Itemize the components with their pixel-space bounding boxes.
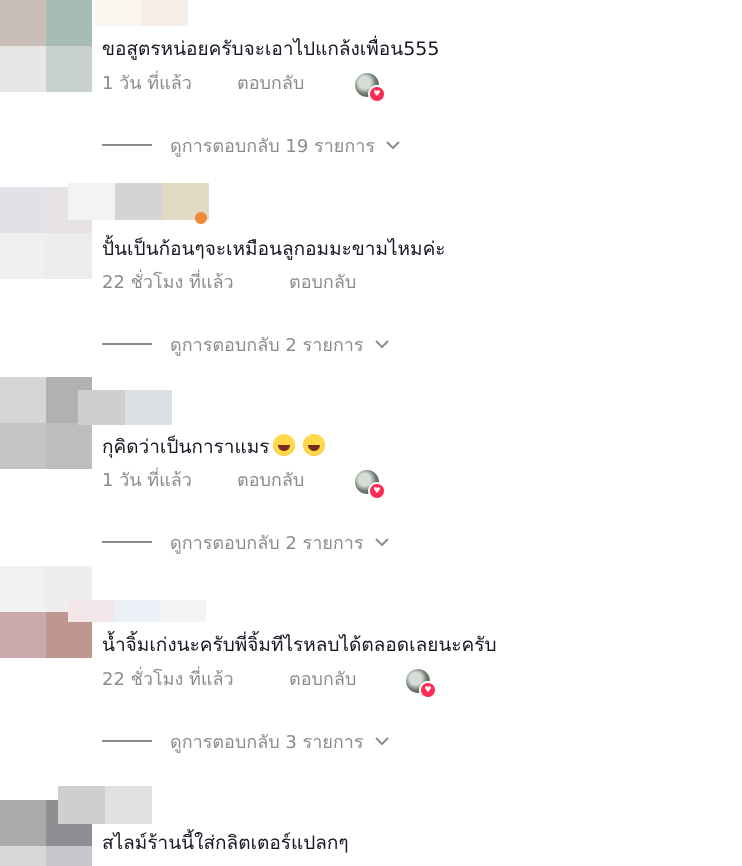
view-replies-label: ดูการตอบกลับ 2 รายการ xyxy=(170,532,364,554)
comment-meta: 22 ชั่วโมง ที่แล้ว ตอบกลับ xyxy=(102,271,402,295)
view-replies-button[interactable]: ดูการตอบกลับ 2 รายการ xyxy=(102,530,390,554)
divider-line xyxy=(102,740,152,742)
chevron-down-icon xyxy=(386,141,400,150)
heart-icon: ♥ xyxy=(368,482,386,500)
reply-button[interactable]: ตอบกลับ xyxy=(289,271,356,295)
view-replies-label: ดูการตอบกลับ 3 รายการ xyxy=(170,731,364,753)
comment-text: สไลม์ร้านนี้ใส่กลิตเตอร์แปลกๆ xyxy=(102,832,349,854)
view-replies-label: ดูการตอบกลับ 19 รายการ xyxy=(170,135,375,157)
chevron-down-icon xyxy=(374,538,389,547)
commenter-name-blurred[interactable] xyxy=(94,0,188,26)
commenter-name-blurred[interactable] xyxy=(68,600,206,622)
commenter-name-blurred[interactable] xyxy=(58,786,152,824)
comment-time: 22 ชั่วโมง ที่แล้ว xyxy=(102,272,234,293)
user-badge-icon xyxy=(195,212,207,224)
comment-time: 22 ชั่วโมง ที่แล้ว xyxy=(102,669,234,690)
view-replies-button[interactable]: ดูการตอบกลับ 2 รายการ xyxy=(102,332,390,356)
divider-line xyxy=(102,541,152,543)
view-replies-button[interactable]: ดูการตอบกลับ 3 รายการ xyxy=(102,729,390,753)
creator-liked-avatar-icon: ♥ xyxy=(355,470,386,500)
heart-icon: ♥ xyxy=(368,85,386,103)
comment-meta: 22 ชั่วโมง ที่แล้ว ตอบกลับ xyxy=(102,668,402,692)
commenter-name-blurred[interactable] xyxy=(68,183,209,220)
chevron-down-icon xyxy=(374,737,389,746)
commenter-name-blurred[interactable] xyxy=(78,390,172,425)
commenter-avatar[interactable] xyxy=(0,0,92,92)
creator-liked-avatar-icon: ♥ xyxy=(406,669,437,699)
comment-text: ปั้นเป็นก้อนๆจะเหมือนลูกอมมะขามไหมค่ะ xyxy=(102,238,446,260)
divider-line xyxy=(102,343,152,345)
view-replies-label: ดูการตอบกลับ 2 รายการ xyxy=(170,334,364,356)
comment-text: กุคิดว่าเป็นการาแมร xyxy=(102,434,326,460)
comment-time: 1 วัน ที่แล้ว xyxy=(102,470,192,491)
comment-text: น้ำจิ้มเก่งนะครับพี่จิ้มทีไรหลบได้ตลอดเล… xyxy=(102,634,497,656)
laughing-crying-emoji-icon xyxy=(273,434,296,456)
laughing-crying-emoji-icon xyxy=(303,434,326,456)
comment-text-content: กุคิดว่าเป็นการาแมร xyxy=(102,436,270,458)
reply-button[interactable]: ตอบกลับ xyxy=(289,668,356,692)
divider-line xyxy=(102,144,152,146)
creator-liked-avatar-icon: ♥ xyxy=(355,73,386,103)
comment-text: ขอสูตรหน่อยครับจะเอาไปแกล้งเพื่อน555 xyxy=(102,38,440,60)
reply-button[interactable]: ตอบกลับ xyxy=(237,469,304,493)
chevron-down-icon xyxy=(374,340,389,349)
reply-button[interactable]: ตอบกลับ xyxy=(237,72,304,96)
view-replies-button[interactable]: ดูการตอบกลับ 19 รายการ xyxy=(102,133,401,157)
comment-time: 1 วัน ที่แล้ว xyxy=(102,73,192,94)
heart-icon: ♥ xyxy=(419,681,437,699)
